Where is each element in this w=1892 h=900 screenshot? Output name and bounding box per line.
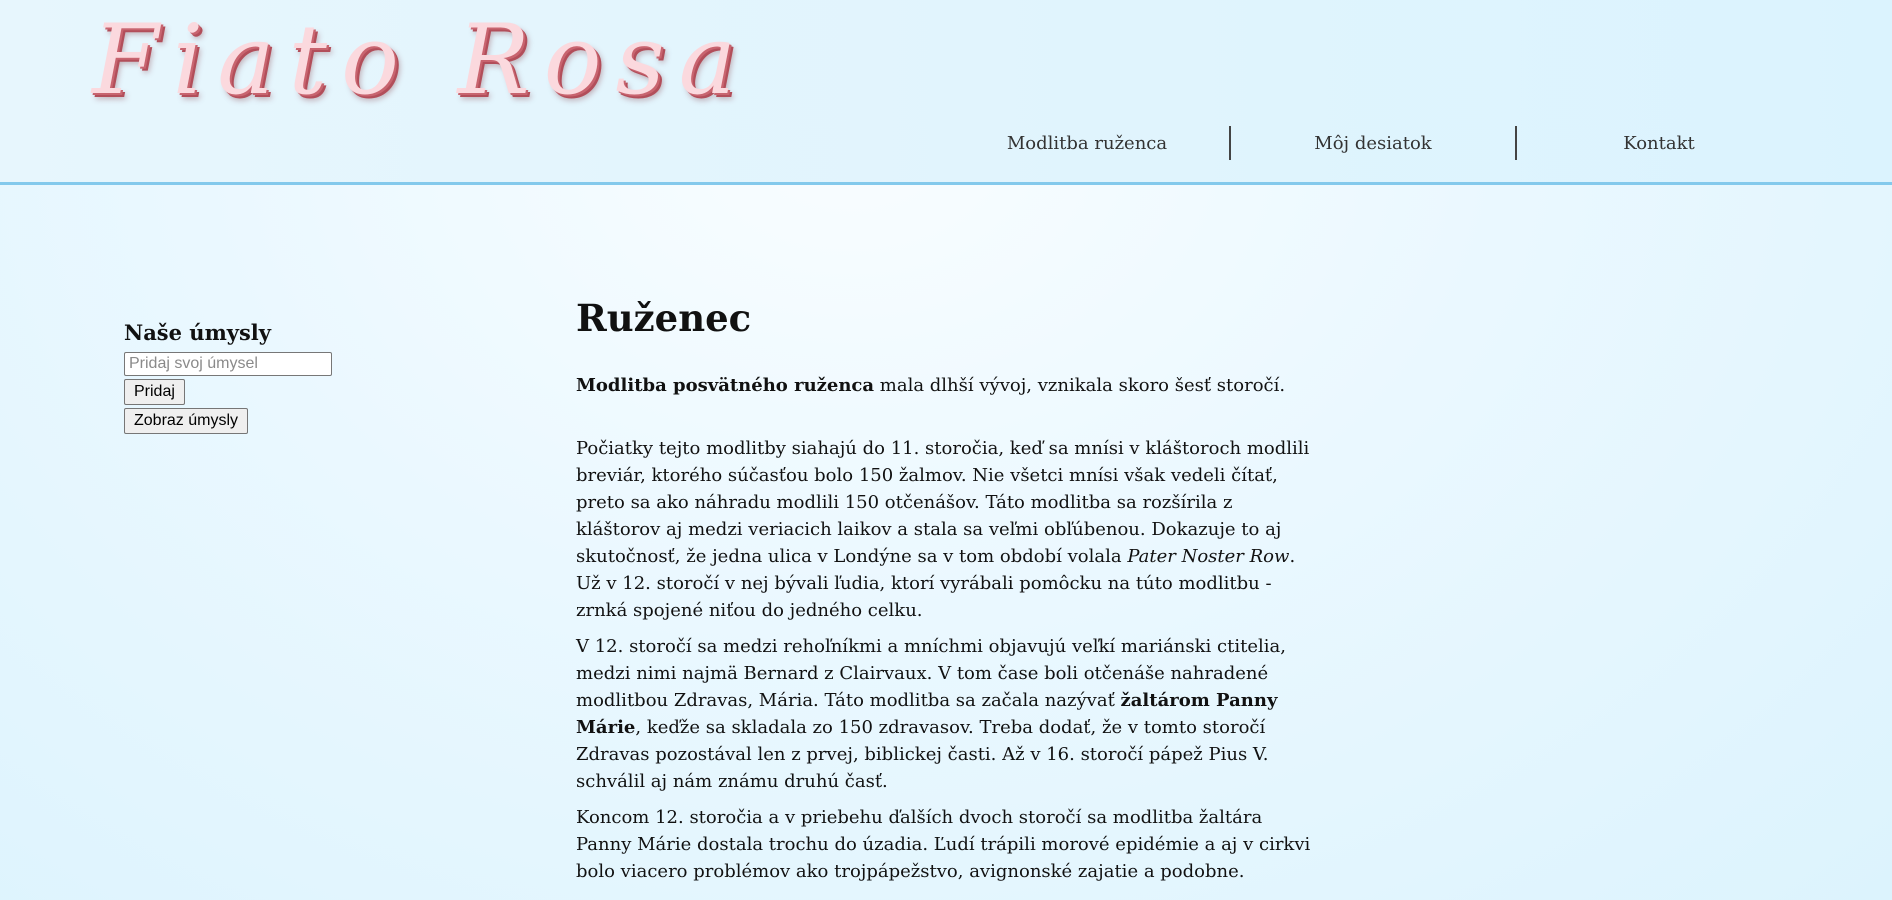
paragraph-text: mala dlhší vývoj, vznikala skoro šesť st… bbox=[874, 375, 1286, 396]
paragraph-decline: Koncom 12. storočia a v priebehu ďalších… bbox=[576, 807, 1311, 882]
rosary-prayer-bold: Modlitba posvätného ruženca bbox=[576, 375, 875, 396]
intentions-sidebar: Naše úmysly Pridaj Zobraz úmysly bbox=[124, 318, 424, 437]
nav-item-moj-desiatok[interactable]: Môj desiatok bbox=[1231, 126, 1515, 160]
main-content: Ruženec Modlitba posvätného ruženca mala… bbox=[576, 292, 1316, 882]
nav-item-modlitba-ruzenca[interactable]: Modlitba ruženca bbox=[945, 126, 1229, 160]
page-title: Ruženec bbox=[576, 296, 752, 340]
pater-noster-row-italic: Pater Noster Row bbox=[1127, 546, 1290, 567]
add-intention-button[interactable]: Pridaj bbox=[124, 379, 185, 405]
paragraph-origins: Počiatky tejto modlitby siahajú do 11. s… bbox=[576, 435, 1316, 624]
nav-item-kontakt[interactable]: Kontakt bbox=[1517, 126, 1801, 160]
paragraph-intro: Modlitba posvätného ruženca mala dlhší v… bbox=[576, 372, 1316, 399]
paragraph-12th-century: V 12. storočí sa medzi rehoľníkmi a mníc… bbox=[576, 633, 1316, 795]
paragraph-text: , keďže sa skladala zo 150 zdravasov. Tr… bbox=[576, 717, 1269, 792]
show-intentions-button[interactable]: Zobraz úmysly bbox=[124, 408, 249, 434]
site-logo[interactable]: Fiato Rosa bbox=[92, 7, 750, 114]
sidebar-title: Naše úmysly bbox=[124, 320, 271, 345]
site-header: Fiato Rosa Modlitba ruženca Môj desiatok… bbox=[0, 0, 1892, 185]
main-nav: Modlitba ruženca Môj desiatok Kontakt bbox=[945, 126, 1801, 164]
intention-input[interactable] bbox=[124, 352, 332, 376]
